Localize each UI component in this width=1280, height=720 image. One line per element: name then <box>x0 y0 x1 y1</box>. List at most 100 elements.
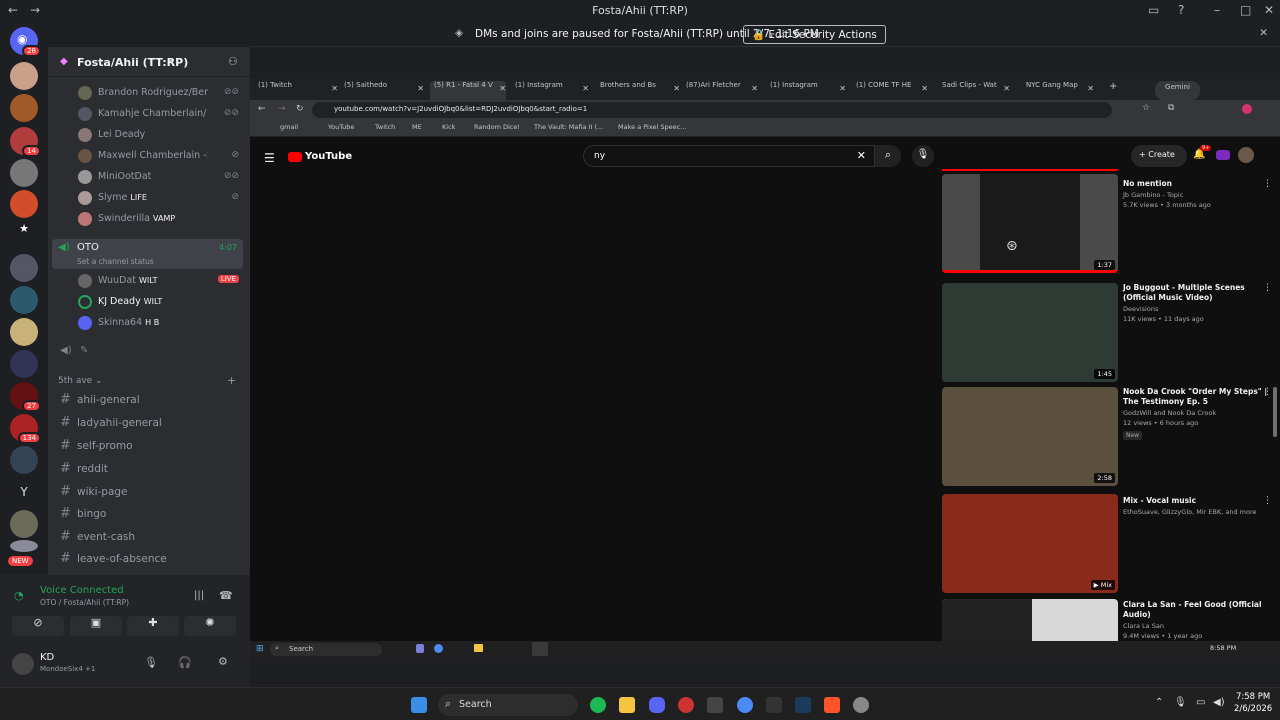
voice-user[interactable]: Skinna64 H B <box>78 314 243 334</box>
windows-start-icon[interactable]: ⊞ <box>256 644 264 654</box>
browser-tab[interactable]: Sadi Clips - Wat ✕ <box>942 81 1010 100</box>
profile-avatar[interactable] <box>1242 104 1252 114</box>
reload-icon[interactable]: ↻ <box>296 104 304 114</box>
bookmark[interactable]: ME <box>412 123 422 131</box>
bookmark[interactable]: The Vault: Mafia II (... <box>534 123 603 131</box>
more-options-icon[interactable]: ⋮ <box>1263 496 1272 506</box>
voice-user[interactable]: MiniOotDat ⊘⊘ <box>78 168 243 188</box>
home-button[interactable]: ◉ 28 <box>10 27 41 57</box>
server-icon[interactable] <box>10 318 38 346</box>
video-meta[interactable]: Clara La San - Feel Good (Official Audio… <box>1123 600 1268 640</box>
folder-icon[interactable] <box>474 644 483 652</box>
text-channel[interactable]: # reddit <box>58 460 238 480</box>
more-options-icon[interactable]: ⋮ <box>1263 283 1272 293</box>
category-header[interactable]: 5th ave ⌄ <box>58 376 103 386</box>
create-button[interactable]: + Create <box>1131 145 1187 167</box>
voice-user[interactable]: Lei Deady <box>78 126 243 146</box>
voice-user[interactable]: KJ Deady WILT <box>78 293 243 313</box>
app-icon[interactable] <box>853 697 869 713</box>
windows-start-icon[interactable] <box>411 697 427 713</box>
video-channel[interactable]: EthoSuave, GlizzyGlo, Mir EBK, and more <box>1123 508 1268 516</box>
close-tab-icon[interactable]: ✕ <box>417 84 424 93</box>
voice-channel-oto[interactable]: ◀) OTO 4:07 Set a channel status <box>52 239 243 269</box>
video-meta[interactable]: Mix - Vocal music EthoSuave, GlizzyGlo, … <box>1123 496 1272 516</box>
server-icon[interactable]: 27 <box>10 382 41 412</box>
close-tab-icon[interactable]: ✕ <box>921 84 928 93</box>
close-tab-icon[interactable]: ✕ <box>582 84 589 93</box>
activities-button[interactable]: ✚ <box>127 616 179 636</box>
network-icon[interactable]: ▭ <box>1196 697 1205 708</box>
voice-search-button[interactable]: 🎙 <box>912 145 934 167</box>
voice-user[interactable]: Slyme LIFE ⊘ <box>78 189 243 209</box>
chrome-icon[interactable] <box>434 644 443 653</box>
add-channel-icon[interactable]: + <box>227 374 236 387</box>
voice-user[interactable]: Brandon Rodriguez/Benz... ⊘⊘ <box>78 84 243 104</box>
video-title[interactable]: No mention <box>1123 179 1268 189</box>
settings-gear-icon[interactable]: ⚙ <box>218 655 228 668</box>
video-meta[interactable]: Jo Buggout - Multiple Scenes (Official M… <box>1123 283 1272 323</box>
add-member-icon[interactable]: ⚇ <box>228 55 238 68</box>
voice-user[interactable]: Kamahje Chamberlain/ O... ⊘⊘ <box>78 105 243 125</box>
user-avatar[interactable] <box>12 653 34 675</box>
server-icon[interactable] <box>10 446 38 474</box>
pencil-icon[interactable]: ✎ <box>80 345 88 356</box>
noise-suppression-icon[interactable]: ||| <box>194 590 204 601</box>
bookmark[interactable]: Twitch <box>375 123 395 131</box>
video-thumbnail[interactable]: 1:45 <box>942 283 1118 382</box>
search-button[interactable]: ⌕ <box>875 145 901 167</box>
text-channel[interactable]: # leave-of-absence <box>58 550 238 570</box>
discord-icon[interactable] <box>649 697 665 713</box>
taskbar-search-box[interactable]: ⌕ Search <box>438 694 578 716</box>
bookmark[interactable]: YouTube <box>328 123 354 131</box>
inbox-icon[interactable]: ▭ <box>1148 3 1159 17</box>
help-icon[interactable]: ? <box>1178 3 1184 17</box>
video-title[interactable]: Mix - Vocal music <box>1123 496 1268 506</box>
microphone-icon[interactable]: 🎙 <box>144 656 158 669</box>
volume-icon[interactable]: ◀) <box>1213 697 1225 708</box>
video-channel[interactable]: Clara La San <box>1123 622 1268 630</box>
server-header[interactable]: ◆ Fosta/Ahii (TT:RP) ⌄ ⚇ <box>48 47 250 77</box>
more-options-icon[interactable]: ⋮ <box>1263 179 1272 189</box>
extension-icon[interactable] <box>1216 150 1230 160</box>
bookmark[interactable]: gmail <box>280 123 298 131</box>
browser-tab-active[interactable]: (5) R1 - Fatal 4 V ✕ <box>430 81 506 100</box>
clear-search-icon[interactable]: ✕ <box>857 149 866 162</box>
text-channel[interactable]: # bingo <box>58 505 238 525</box>
server-icon[interactable] <box>10 350 38 378</box>
microphone-icon[interactable]: 🎙 <box>1174 697 1187 708</box>
star-server-icon[interactable]: ★ <box>10 222 38 250</box>
browser-tab[interactable]: (1) Instagram ✕ <box>770 81 846 100</box>
epic-games-icon[interactable] <box>707 697 723 713</box>
close-tab-icon[interactable]: ✕ <box>673 84 680 93</box>
extensions-icon[interactable]: ⧉ <box>1168 103 1174 113</box>
close-tab-icon[interactable]: ✕ <box>1003 84 1010 93</box>
signal-icon[interactable]: ◔ <box>14 589 24 602</box>
scrollbar-thumb[interactable] <box>1273 387 1277 437</box>
youtube-logo-icon[interactable] <box>288 152 302 162</box>
close-notice-icon[interactable]: ✕ <box>1259 27 1268 39</box>
app-icon[interactable] <box>416 644 424 653</box>
text-channel[interactable]: # ahii-general <box>58 391 238 411</box>
channel-status[interactable]: Set a channel status <box>77 257 154 266</box>
server-icon[interactable] <box>10 94 38 122</box>
inner-search-box[interactable]: ⌕ Search <box>270 643 382 656</box>
close-tab-icon[interactable]: ✕ <box>839 84 846 93</box>
url-field[interactable]: youtube.com/watch?v=J2uvdiOJbq0&list=RDJ… <box>312 102 1112 118</box>
bookmark[interactable]: Random Dice! <box>474 123 520 131</box>
video-title[interactable]: Nook Da Crook "Order My Steps" | The Tes… <box>1123 387 1268 407</box>
close-tab-icon[interactable]: ✕ <box>751 84 758 93</box>
soundboard-button[interactable]: ✺ <box>184 616 236 636</box>
server-icon[interactable] <box>10 62 38 90</box>
edit-security-actions-button[interactable]: 🔒 Edit Security Actions <box>743 25 886 44</box>
close-tab-icon[interactable]: ✕ <box>499 84 506 93</box>
text-channel[interactable]: # wiki-page <box>58 483 238 503</box>
video-channel[interactable]: Jb Gambino - Topic <box>1123 191 1268 199</box>
video-title[interactable]: Jo Buggout - Multiple Scenes (Official M… <box>1123 283 1268 303</box>
close-tab-icon[interactable]: ✕ <box>1087 84 1094 93</box>
account-avatar[interactable] <box>1238 147 1254 163</box>
letter-server-icon[interactable]: Y <box>10 478 38 506</box>
bookmark-star-icon[interactable]: ☆ <box>1142 103 1150 113</box>
brave-icon[interactable] <box>824 697 840 713</box>
chrome-icon[interactable] <box>737 697 753 713</box>
close-tab-icon[interactable]: ✕ <box>331 84 338 93</box>
